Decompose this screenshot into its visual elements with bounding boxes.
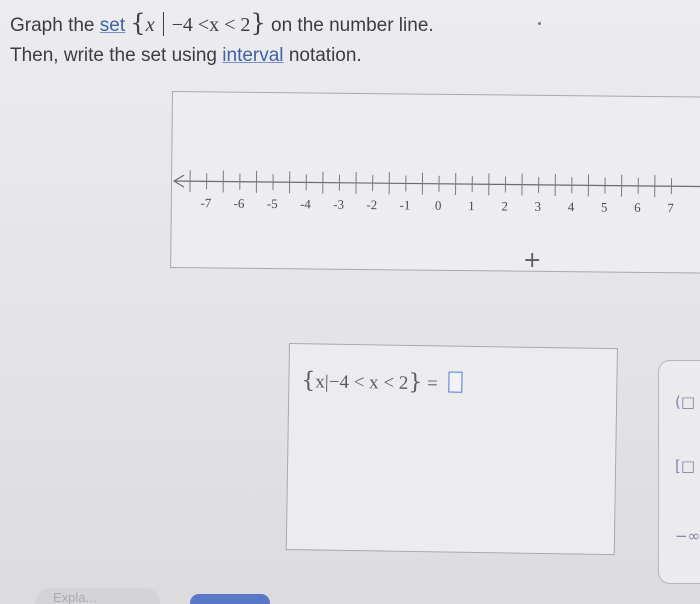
- line2-suffix: notation.: [288, 45, 362, 66]
- explain-button[interactable]: Expla...: [35, 588, 160, 604]
- number-line-tick-label: 5: [601, 199, 608, 214]
- number-line-tick-label: -2: [366, 197, 377, 212]
- closed-interval-button[interactable]: [□: [675, 457, 695, 475]
- number-line-tick-label: -7: [200, 195, 211, 210]
- number-line-tick-label: 2: [501, 198, 508, 213]
- set-bar: [162, 12, 164, 36]
- question-suffix: on the number line.: [271, 15, 434, 36]
- check-answer-button[interactable]: [190, 594, 270, 604]
- number-line-tick-label: 7: [667, 200, 674, 215]
- decorative-dot: [538, 22, 541, 25]
- answer-expression: {x|−4 < x < 2} =: [301, 368, 463, 396]
- set-brace-close: }: [250, 9, 266, 37]
- question-line-1: Graph the set {x −4 <x < 2} on the number…: [10, 8, 434, 41]
- question-prefix: Graph the: [10, 15, 95, 36]
- set-condition: −4 <x < 2: [171, 14, 251, 36]
- negative-infinity-button[interactable]: −∞: [675, 527, 700, 545]
- number-line-tick-label: 0: [435, 198, 442, 213]
- set-link[interactable]: set: [100, 15, 125, 36]
- number-line-tick-label: -4: [300, 196, 311, 211]
- graph-cursor-crosshair: +: [523, 248, 542, 273]
- answer-input-field[interactable]: [448, 371, 463, 393]
- number-line-tick-label: 6: [634, 200, 641, 215]
- number-line-axis: [174, 180, 700, 188]
- answer-brace-open: {: [301, 368, 316, 394]
- answer-brace-close: }: [408, 369, 423, 396]
- page: Graph the set {x −4 <x < 2} on the number…: [0, 0, 700, 604]
- set-variable: x: [145, 14, 155, 36]
- number-line-tick-label: -6: [234, 196, 245, 211]
- number-line-tick-label: 4: [568, 199, 575, 214]
- answer-equals: =: [426, 373, 438, 395]
- number-line-svg[interactable]: -7 -6 -5 -4 -3 -2 -1 0 1 2 3 4 5 6 7: [171, 92, 700, 273]
- answer-area: {x|−4 < x < 2} =: [285, 343, 618, 556]
- explain-button-label: Expla...: [53, 590, 97, 604]
- number-line[interactable]: -7 -6 -5 -4 -3 -2 -1 0 1 2 3 4 5 6 7: [172, 170, 700, 216]
- number-line-tick-label: -5: [267, 196, 278, 211]
- question-text: Graph the set {x −4 <x < 2} on the number…: [10, 8, 434, 71]
- answer-condition: x|−4 < x < 2: [315, 371, 409, 394]
- interval-symbol-panel: (□ [□ −∞: [658, 360, 700, 584]
- number-line-tick-label: 3: [534, 199, 541, 214]
- question-line-2: Then, write the set using interval notat…: [10, 41, 434, 71]
- set-brace-open: {: [130, 9, 146, 37]
- line2-prefix: Then, write the set using: [10, 45, 217, 66]
- interval-link[interactable]: interval: [222, 45, 283, 66]
- number-line-tick-label: -1: [400, 197, 411, 212]
- number-line-tick-label: 1: [468, 198, 475, 213]
- number-line-tick-label: -3: [333, 197, 344, 212]
- open-interval-button[interactable]: (□: [675, 393, 695, 411]
- number-line-graph[interactable]: -7 -6 -5 -4 -3 -2 -1 0 1 2 3 4 5 6 7: [170, 91, 700, 274]
